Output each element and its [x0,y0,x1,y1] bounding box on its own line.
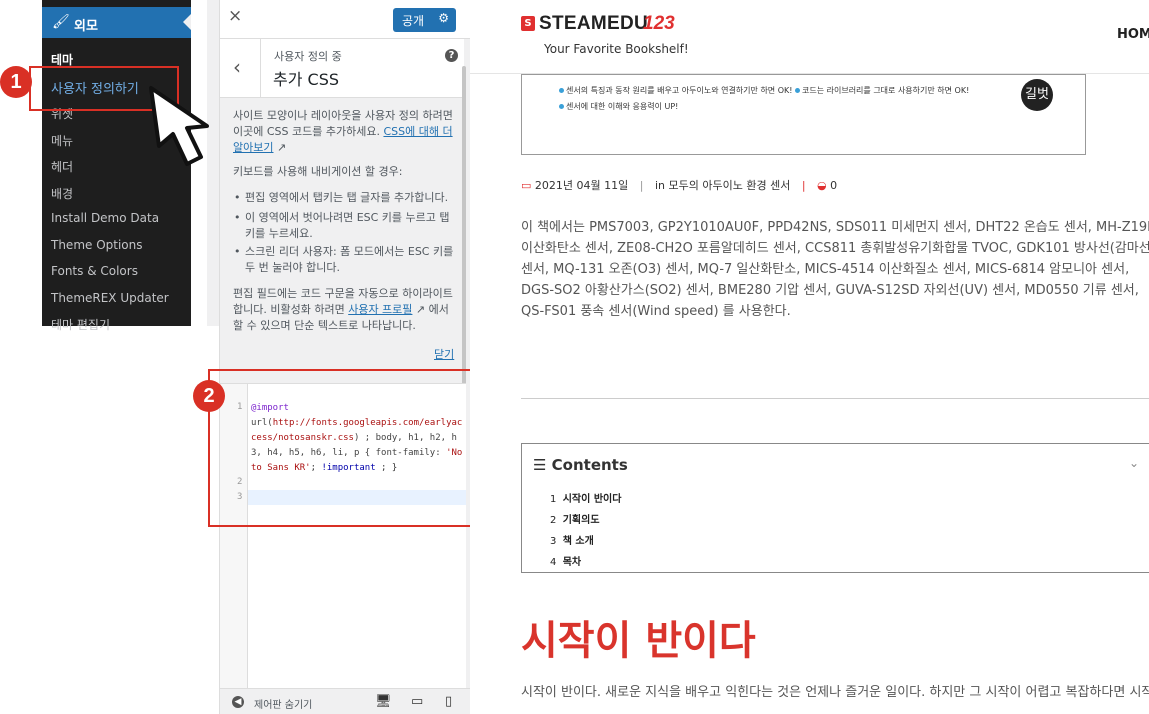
collapse-icon[interactable]: ◀ [232,696,244,708]
toc-item[interactable]: 2 기획의도 [550,511,600,526]
section-header: ‹ 사용자 정의 중 추가 CSS ? [220,39,464,98]
breadcrumb: 사용자 정의 중 [274,50,342,63]
calendar-icon: ▭ [521,179,532,192]
logo-text[interactable]: STEAMEDU [539,13,648,35]
back-button[interactable]: ‹ [220,39,261,97]
section-heading: 시작이 반이다 [521,618,756,664]
publisher-emblem: 길벗 [1021,79,1053,111]
comment-icon: ◒ [817,179,827,192]
customizer-header: × 공개 ⚙ [220,0,470,39]
menu-appearance[interactable]: 🖌 외모 [42,7,191,38]
site-preview: S STEAMEDU 123 Your Favorite Bookshelf! … [470,0,1149,714]
logo-number[interactable]: 123 [643,13,675,35]
hide-controls-label[interactable]: 제어판 숨기기 [254,696,312,711]
customizer-panel: × 공개 ⚙ ‹ 사용자 정의 중 추가 CSS ? 사이트 모양이나 레이아웃… [219,0,471,714]
comment-count[interactable]: 0 [830,179,837,192]
list-icon: ☰ [533,456,552,474]
annotation-badge-2: 2 [193,380,225,412]
mobile-preview-icon[interactable]: ▯ [445,694,452,709]
chevron-left-icon: ‹ [233,55,241,79]
post-paragraph: 이 책에서는 PMS7003, GP2Y1010AU0F, PPD42NS, S… [521,220,1149,319]
close-icon[interactable]: × [228,6,242,26]
submenu-header[interactable]: 헤더 [51,158,73,175]
menu-appearance-label: 외모 [74,19,98,34]
submenu-background[interactable]: 배경 [51,185,73,202]
annotation-badge-1: 1 [0,66,32,98]
highlight-box-2 [208,369,482,527]
customizer-footer: ◀ 제어판 숨기기 🖥 ▭ ▯ [220,688,470,714]
post-category[interactable]: 모두의 아두이노 환경 센서 [669,179,791,192]
help-icon[interactable]: ? [445,49,458,62]
section-title: 추가 CSS [273,70,340,89]
section-paragraph: 시작이 반이다. 새로운 지식을 배우고 익힌다는 것은 언제나 즐거운 일이다… [521,685,1149,700]
table-of-contents: ☰ Contents ⌄ 1 시작이 반이다 2 기획의도 3 책 소개 4 목… [521,443,1149,573]
toc-title[interactable]: ☰ Contents [533,456,628,474]
site-tagline: Your Favorite Bookshelf! [544,42,689,56]
logo-mark-icon[interactable]: S [521,16,535,31]
submenu-themerex-updater[interactable]: ThemeREX Updater [51,291,169,305]
tablet-preview-icon[interactable]: ▭ [411,694,423,709]
publish-label: 공개 [402,14,425,28]
site-header: S STEAMEDU 123 Your Favorite Bookshelf! … [470,0,1149,74]
user-profile-link[interactable]: 사용자 프로필 [348,303,412,316]
toc-item[interactable]: 4 목차 [550,553,581,568]
desktop-preview-icon[interactable]: 🖥 [375,694,392,709]
post-meta: ▭ 2021년 04월 11일 | in 모두의 아두이노 환경 센서 | ◒ … [521,179,838,192]
in-label: in [654,179,665,192]
divider [521,398,1149,399]
toc-item[interactable]: 1 시작이 반이다 [550,490,621,505]
external-link-icon: ↗ [273,141,287,154]
close-link[interactable]: 닫기 [434,346,454,362]
publish-button[interactable]: 공개 ⚙ [393,8,456,32]
keyboard-intro: 키보드를 사용해 내비게이션 할 경우: [233,165,403,178]
brush-icon: 🖌 [52,14,70,30]
banner-line: 센서에 대한 이해와 응용력이 UP! [559,101,678,112]
banner-line: 센서의 특징과 동작 원리를 배우고 아두이노와 연결하기만 하면 OK! 코드… [559,85,969,96]
bullet-item: 스크린 리더 사용자: 폼 모드에서는 ESC 키를 두 번 눌러야 합니다. [233,244,461,276]
bullet-item: 편집 영역에서 탭키는 탭 글자를 추가합니다. [233,190,461,206]
gear-icon[interactable]: ⚙ [438,11,449,25]
submenu-menus[interactable]: 메뉴 [51,132,73,149]
css-description: 사이트 모양이나 레이아웃을 사용자 정의 하려면 이곳에 CSS 코드를 추가… [233,108,460,156]
submenu-install-demo[interactable]: Install Demo Data [51,211,159,225]
submenu-theme-options[interactable]: Theme Options [51,238,143,252]
book-banner-image: 센서의 특징과 동작 원리를 배우고 아두이노와 연결하기만 하면 OK! 코드… [521,74,1086,155]
toc-item[interactable]: 3 책 소개 [550,532,594,547]
nav-home-link[interactable]: HOM [1117,27,1149,42]
post-date[interactable]: 2021년 04월 11일 [535,179,628,192]
bullet-item: 이 영역에서 벗어나려면 ESC 키를 누르고 탭 키를 누르세요. [233,210,461,242]
submenu-fonts-colors[interactable]: Fonts & Colors [51,264,138,278]
chevron-down-icon[interactable]: ⌄ [1129,456,1139,470]
pointer-cursor-icon [149,86,209,166]
syntax-description: 편집 필드에는 코드 구문을 자동으로 하이라이트 합니다. 비활성화 하려면 … [233,286,460,334]
external-link-icon: ↗ [412,303,426,316]
submenu-theme-editor[interactable]: 테마 편집기 [51,316,110,333]
